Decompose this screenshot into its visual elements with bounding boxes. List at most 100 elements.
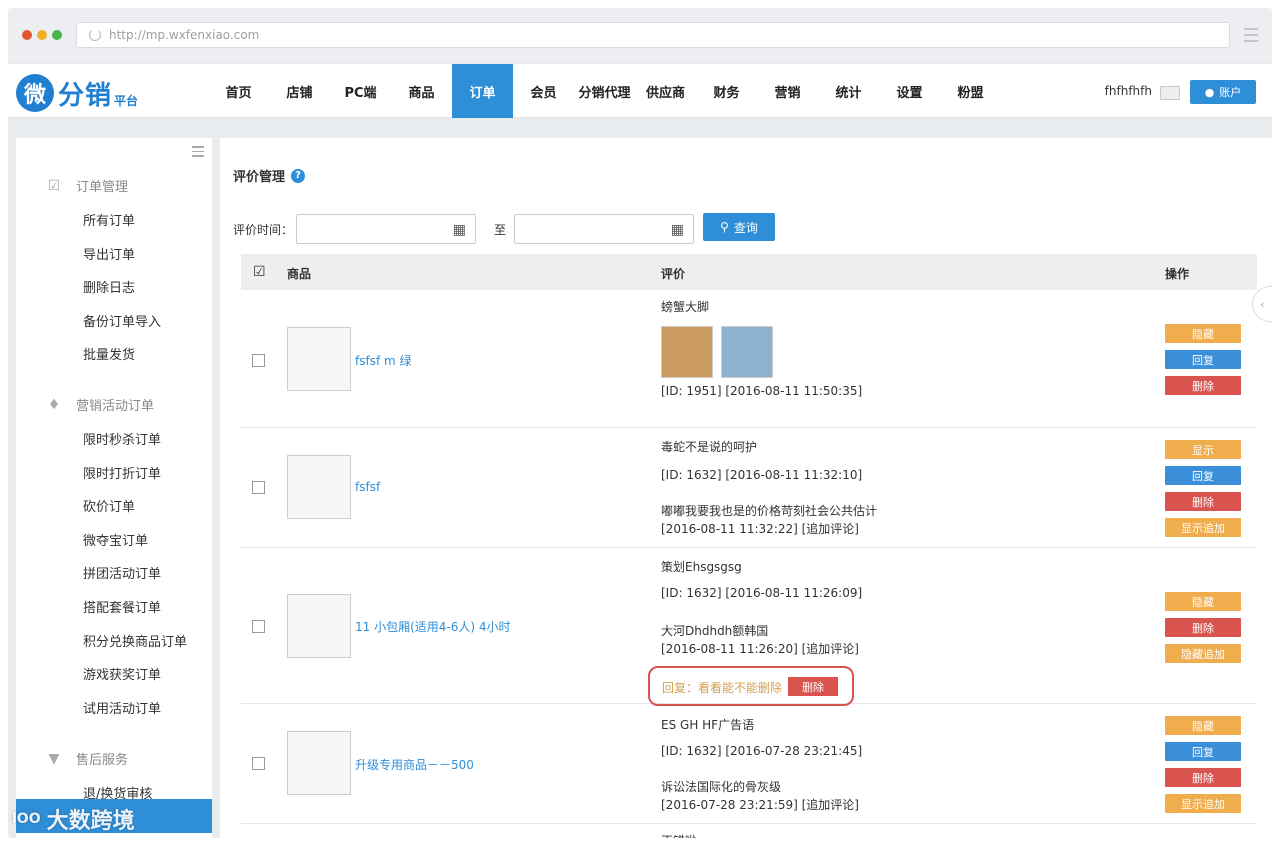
window-controls [22,30,62,40]
reply-highlight: 回复：看看能不能删除 删除 [648,666,854,706]
end-date-input[interactable]: ▦ [514,214,694,244]
sidebar-item[interactable]: 退/换货审核 [83,783,152,802]
product-name-link[interactable]: fsfsf [355,480,380,494]
action-button[interactable]: 删除 [1165,768,1241,787]
action-button[interactable]: 回复 [1165,466,1241,485]
product-thumbnail[interactable] [287,455,351,519]
product-name-link[interactable]: fsfsf m 绿 [355,352,412,369]
calendar-icon[interactable]: ▦ [671,222,684,238]
search-icon: ⚲ [720,220,729,234]
nav-item[interactable]: 会员 [513,64,574,118]
action-button[interactable]: 回复 [1165,350,1241,369]
review-line: [ID: 1632] [2016-08-11 11:26:09] [661,586,863,600]
table-header: ☑ 商品 评价 操作 [241,254,1257,290]
close-window-button[interactable] [22,30,32,40]
row-checkbox[interactable] [252,481,265,494]
nav-item[interactable]: 财务 [696,64,757,118]
search-button[interactable]: ⚲ 查询 [703,213,775,241]
product-name-link[interactable]: 11 小包厢(适用4-6人) 4小时 [355,618,511,635]
nav-item[interactable]: 设置 [879,64,940,118]
product-thumbnail[interactable] [287,327,351,391]
action-button[interactable]: 删除 [1165,618,1241,637]
sidebar-group[interactable]: ▼ 售后服务 [16,749,212,769]
review-image[interactable] [661,326,713,378]
review-line: [ID: 1632] [2016-08-11 11:32:10] [661,468,863,482]
watermark: lOO 大数跨境 [12,803,135,835]
review-line: 嘟嘟我要我也是的价格苛刻社会公共估计 [661,504,878,518]
mail-icon[interactable] [1160,86,1180,100]
review-line: 毒蛇不是说的呵护 [661,440,758,454]
sidebar-group[interactable]: ☑ 订单管理 [16,176,212,196]
sidebar-item[interactable]: 搭配套餐订单 [83,597,161,616]
review-line: 螃蟹大脚 [661,300,710,314]
review-line: 不错呦 [661,832,697,838]
site-logo[interactable]: 微 分销 平台 [16,74,138,112]
sidebar-item[interactable]: 限时打折订单 [83,463,161,482]
nav-item[interactable]: 商品 [391,64,452,118]
action-button[interactable]: 隐藏 [1165,592,1241,611]
action-button[interactable]: 隐藏 [1165,324,1241,343]
reload-icon[interactable] [89,29,101,41]
product-name-link[interactable]: 升级专用商品－－500 [355,756,474,773]
action-button[interactable]: 显示追加 [1165,794,1241,813]
action-button[interactable]: 显示 [1165,440,1241,459]
maximize-window-button[interactable] [52,30,62,40]
sidebar-item[interactable]: 积分兑换商品订单 [83,631,187,650]
sidebar-item[interactable]: 导出订单 [83,244,135,263]
product-thumbnail[interactable] [287,594,351,658]
sidebar-item[interactable]: 批量发货 [83,344,135,363]
sidebar-item[interactable]: 砍价订单 [83,496,135,515]
sidebar-item[interactable]: 拼团活动订单 [83,563,161,582]
action-button[interactable]: 隐藏 [1165,716,1241,735]
header-goods: 商品 [287,267,312,281]
sidebar-collapse-icon[interactable] [192,146,204,160]
select-all-checkbox[interactable]: ☑ [253,264,266,280]
sidebar-item[interactable]: 试用活动订单 [83,698,161,717]
nav-item[interactable]: PC端 [330,64,391,118]
nav-item[interactable]: 店铺 [269,64,330,118]
sidebar-item[interactable]: 所有订单 [83,210,135,229]
watermark-text: 大数跨境 [46,809,135,834]
row-checkbox[interactable] [252,354,265,367]
nav-item[interactable]: 订单 [452,64,513,118]
main-content: 评价管理 ? 评价时间： ▦ 至 ▦ ⚲ 查询 ☑ 商品 评价 操作 fsfsf… [220,138,1272,838]
action-button[interactable]: 显示追加 [1165,518,1241,537]
nav-item[interactable]: 首页 [208,64,269,118]
table-row: fsfsf m 绿 螃蟹大脚 [ID: 1951] [2016-08-11 11:5… [241,290,1257,428]
sidebar-item[interactable]: 微夺宝订单 [83,530,148,549]
search-label: 查询 [733,220,758,235]
nav-item[interactable]: 分销代理 [574,64,635,118]
help-icon[interactable]: ? [291,168,306,183]
review-line: [ID: 1951] [2016-08-11 11:50:35] [661,384,863,398]
browser-menu-icon[interactable] [1244,28,1258,46]
row-checkbox[interactable] [252,757,265,770]
review-line: [ID: 1632] [2016-07-28 23:21:45] [661,744,863,758]
table-row: 升级专用商品－－500 ES GH HF广告语 [ID: 1632] [2016-0… [241,704,1257,824]
nav-item[interactable]: 供应商 [635,64,696,118]
sidebar-group[interactable]: ♦ 营销活动订单 [16,395,212,415]
account-button[interactable]: ● 账户 [1190,80,1256,104]
sidebar-item[interactable]: 备份订单导入 [83,311,161,330]
watermark-logo: lOO [12,811,41,827]
address-bar[interactable]: http://mp.wxfenxiao.com [76,22,1230,48]
start-date-input[interactable]: ▦ [296,214,476,244]
review-image[interactable] [721,326,773,378]
action-button[interactable]: 删除 [1165,492,1241,511]
product-thumbnail[interactable] [287,731,351,795]
nav-item[interactable]: 粉盟 [940,64,1001,118]
sidebar-item[interactable]: 删除日志 [83,277,135,296]
nav-item[interactable]: 营销 [757,64,818,118]
nav-item[interactable]: 统计 [818,64,879,118]
minimize-window-button[interactable] [37,30,47,40]
review-table: ☑ 商品 评价 操作 fsfsf m 绿 螃蟹大脚 [ID: 1951] [2016… [241,254,1257,838]
action-button[interactable]: 回复 [1165,742,1241,761]
row-checkbox[interactable] [252,620,265,633]
username[interactable]: fhfhfhfh [1105,84,1152,98]
sidebar-item[interactable]: 限时秒杀订单 [83,429,161,448]
delete-reply-button[interactable]: 删除 [788,677,838,696]
sidebar-item[interactable]: 游戏获奖订单 [83,664,161,683]
reply-text: 回复：看看能不能删除 [662,681,783,695]
action-button[interactable]: 隐藏追加 [1165,644,1241,663]
action-button[interactable]: 删除 [1165,376,1241,395]
calendar-icon[interactable]: ▦ [453,222,466,238]
